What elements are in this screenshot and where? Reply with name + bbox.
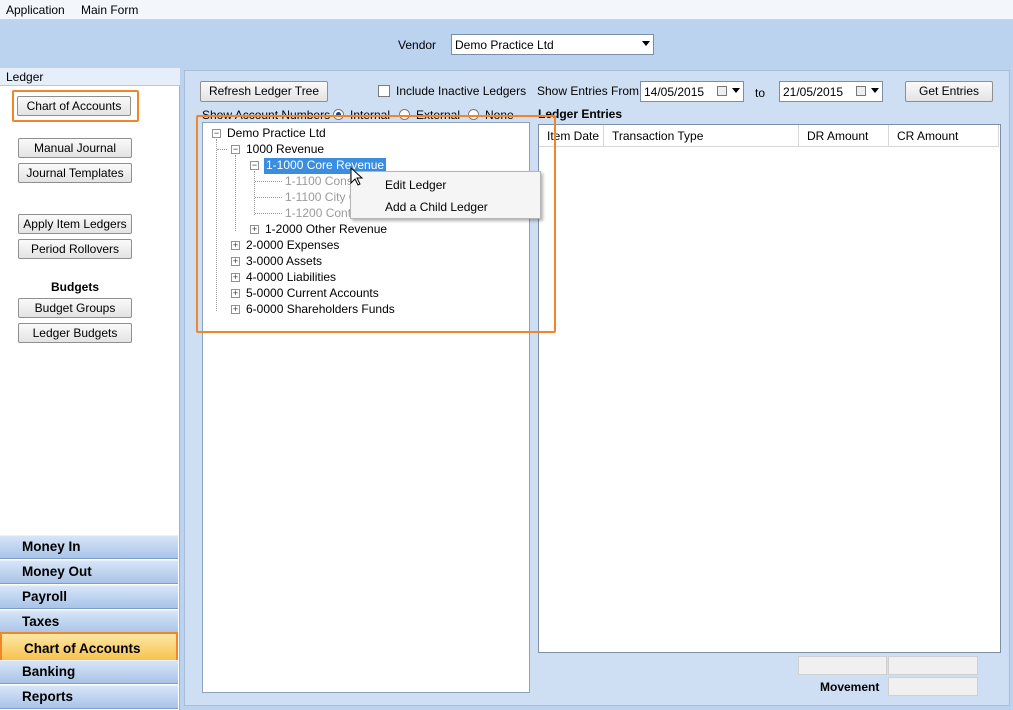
journal-templates-button[interactable]: Journal Templates — [18, 163, 132, 183]
show-entries-label: Show Entries From — [537, 84, 640, 98]
menu-main-form[interactable]: Main Form — [81, 3, 138, 17]
nav-money-in[interactable]: Money In — [0, 535, 178, 559]
sidebar-header: Ledger — [0, 68, 180, 86]
highlight-tree-area — [196, 115, 556, 333]
chart-of-accounts-button[interactable]: Chart of Accounts — [17, 96, 131, 116]
menu-application[interactable]: Application — [6, 3, 65, 17]
budgets-title: Budgets — [51, 280, 99, 294]
nav-money-out[interactable]: Money Out — [0, 560, 178, 584]
mouse-cursor-icon — [350, 167, 364, 186]
include-inactive-label: Include Inactive Ledgers — [396, 84, 527, 98]
manual-journal-button[interactable]: Manual Journal — [18, 138, 132, 158]
apply-item-ledgers-button[interactable]: Apply Item Ledgers — [18, 214, 132, 234]
get-entries-button[interactable]: Get Entries — [905, 81, 993, 102]
date-to-value: 21/05/2015 — [783, 85, 844, 99]
nav-reports[interactable]: Reports — [0, 685, 178, 709]
movement-box — [888, 677, 978, 696]
date-to-picker[interactable]: 21/05/2015 — [779, 81, 883, 102]
context-edit-ledger[interactable]: Edit Ledger — [385, 178, 446, 192]
nav-taxes[interactable]: Taxes — [0, 610, 178, 634]
nav-banking[interactable]: Banking — [0, 660, 178, 684]
col-dr-amount[interactable]: DR Amount — [799, 125, 889, 147]
menu-bar: Application Main Form — [0, 0, 1013, 20]
ledger-entries-grid[interactable]: Item Date Transaction Type DR Amount CR … — [538, 124, 1001, 653]
context-add-child-ledger[interactable]: Add a Child Ledger — [385, 200, 488, 214]
include-inactive-checkbox[interactable] — [378, 85, 390, 97]
vendor-select-value: Demo Practice Ltd — [455, 38, 554, 52]
left-sidebar: Ledger Chart of Accounts Manual Journal … — [0, 68, 180, 710]
period-rollovers-button[interactable]: Period Rollovers — [18, 239, 132, 259]
chevron-down-icon[interactable] — [732, 88, 740, 93]
col-transaction-type[interactable]: Transaction Type — [604, 125, 799, 147]
ledger-budgets-button[interactable]: Ledger Budgets — [18, 323, 132, 343]
movement-label: Movement — [820, 680, 880, 694]
chevron-down-icon[interactable] — [871, 88, 879, 93]
budget-groups-button[interactable]: Budget Groups — [18, 298, 132, 318]
to-label: to — [755, 86, 766, 100]
context-menu: Edit Ledger Add a Child Ledger — [350, 171, 541, 219]
vendor-label: Vendor — [398, 38, 437, 52]
vendor-select[interactable]: Demo Practice Ltd — [451, 34, 654, 55]
col-cr-amount[interactable]: CR Amount — [889, 125, 999, 147]
total-cr-box — [888, 656, 978, 675]
vendor-bar: Vendor Demo Practice Ltd — [0, 20, 1013, 68]
calendar-icon[interactable] — [856, 86, 866, 96]
calendar-icon[interactable] — [717, 86, 727, 96]
chevron-down-icon — [642, 41, 650, 46]
total-dr-box — [798, 656, 887, 675]
nav-payroll[interactable]: Payroll — [0, 585, 178, 609]
date-from-value: 14/05/2015 — [644, 85, 705, 99]
refresh-ledger-tree-button[interactable]: Refresh Ledger Tree — [200, 81, 328, 102]
date-from-picker[interactable]: 14/05/2015 — [640, 81, 744, 102]
